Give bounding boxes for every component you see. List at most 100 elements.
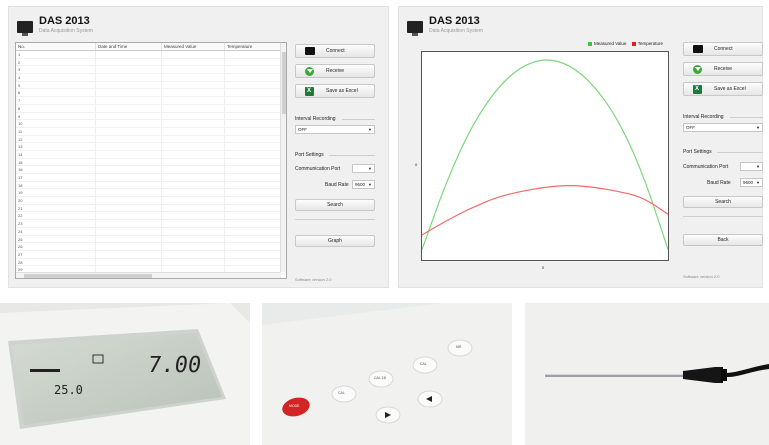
table-row[interactable]: 16 [16,166,286,174]
table-row[interactable]: 6 [16,89,286,98]
table-row[interactable]: 19 [16,189,286,198]
divider [717,152,763,153]
connect-button[interactable]: Connect [683,42,763,56]
back-button[interactable]: Back [683,234,763,246]
table-row[interactable]: 23 [16,220,286,228]
table-cell [225,243,281,250]
receive-button[interactable]: Receive [295,64,375,78]
table-row[interactable]: 13 [16,143,286,151]
row-number-cell: 20 [16,197,96,204]
table-row[interactable]: 3 [16,66,286,75]
communication-port-select[interactable]: ▼ [352,164,375,173]
data-table[interactable]: No. Date and Time Measured Value Tempera… [15,42,287,279]
table-row[interactable]: 15 [16,158,286,167]
table-row[interactable]: 4 [16,74,286,82]
row-number-cell: 13 [16,143,96,150]
table-cell [96,150,162,158]
row-number-cell: 6 [16,89,96,97]
column-header-temperature[interactable]: Temperature [225,43,281,50]
table-row[interactable]: 22 [16,212,286,221]
table-row[interactable]: 18 [16,181,286,190]
table-cell [162,243,225,250]
chevron-down-icon: ▼ [368,127,372,132]
connect-label: Connect [326,48,345,54]
table-cell [225,197,281,204]
legend-swatch-temperature [631,41,636,46]
table-cell [225,135,281,143]
table-row[interactable]: 28 [16,258,286,267]
table-cell [96,250,162,258]
table-cell [162,135,225,143]
receive-label: Receive [714,66,733,72]
table-cell [96,189,162,197]
table-row[interactable]: 1 [16,51,286,59]
communication-port-select[interactable]: ▼ [740,162,763,171]
connect-button[interactable]: Connect [295,44,375,58]
app-subtitle: Data Acquisition System [429,28,483,34]
table-cell [162,174,225,181]
table-row[interactable]: 8 [16,104,286,113]
table-cell [225,204,281,212]
search-button[interactable]: Search [295,199,375,211]
interval-value: OFF [298,127,307,132]
table-row[interactable]: 12 [16,135,286,144]
table-cell [96,81,162,89]
column-header-date[interactable]: Date and Time [96,43,162,50]
table-cell [225,174,281,181]
row-number-cell: 2 [16,58,96,66]
save-excel-button[interactable]: Save as Excel [683,82,763,96]
keypad-photo: MODE CAL CAL 1B CAL MR [262,303,512,445]
table-cell [96,212,162,220]
row-number-cell: 27 [16,250,96,258]
save-excel-button[interactable]: Save as Excel [295,84,375,98]
table-cell [96,227,162,235]
baud-rate-select[interactable]: 9600 ▼ [352,180,375,189]
scroll-thumb[interactable] [24,274,152,278]
keypad-key-label: MR [456,345,462,349]
download-icon [305,67,314,76]
interval-select[interactable]: OFF ▼ [683,123,763,132]
baud-rate-value: 9600 [355,182,366,187]
chart-legend: Measured Value Temperature [584,41,663,46]
search-button[interactable]: Search [683,196,763,208]
table-row[interactable]: 27 [16,250,286,259]
table-row[interactable]: 24 [16,227,286,236]
table-cell [162,58,225,66]
app-header: DAS 2013 Data Acquisition System [17,15,297,39]
receive-button[interactable]: Receive [683,62,763,76]
table-cell [225,150,281,158]
table-cell [225,81,281,89]
table-cell [96,243,162,250]
row-number-cell: 4 [16,74,96,81]
table-row[interactable]: 25 [16,235,286,244]
table-row[interactable]: 21 [16,204,286,213]
table-row[interactable]: 9 [16,112,286,121]
baud-rate-select[interactable]: 9600 ▼ [740,178,763,187]
table-row[interactable]: 10 [16,120,286,128]
table-row[interactable]: 5 [16,81,286,90]
column-header-measured[interactable]: Measured Value [162,43,225,50]
graph-button[interactable]: Graph [295,235,375,247]
app-title: DAS 2013 [39,15,90,27]
vertical-scrollbar[interactable] [280,43,286,272]
table-cell [96,74,162,81]
table-cell [225,181,281,189]
column-header-no[interactable]: No. [16,43,96,50]
table-row[interactable]: 11 [16,127,286,136]
table-cell [162,158,225,166]
interval-value: OFF [686,125,695,130]
table-row[interactable]: 2 [16,58,286,67]
table-row[interactable]: 20 [16,197,286,205]
table-row[interactable]: 17 [16,174,286,182]
row-number-cell: 10 [16,120,96,127]
table-row[interactable]: 7 [16,97,286,105]
table-row[interactable]: 14 [16,150,286,159]
table-row[interactable]: 26 [16,243,286,251]
interval-select[interactable]: OFF ▼ [295,125,375,134]
scroll-thumb[interactable] [282,52,286,114]
row-number-cell: 7 [16,97,96,104]
baud-rate-label: Baud Rate [325,182,349,188]
software-version: Software version 2.0 [295,277,332,282]
horizontal-scrollbar[interactable] [16,272,280,278]
keypad-illustration [262,303,512,445]
